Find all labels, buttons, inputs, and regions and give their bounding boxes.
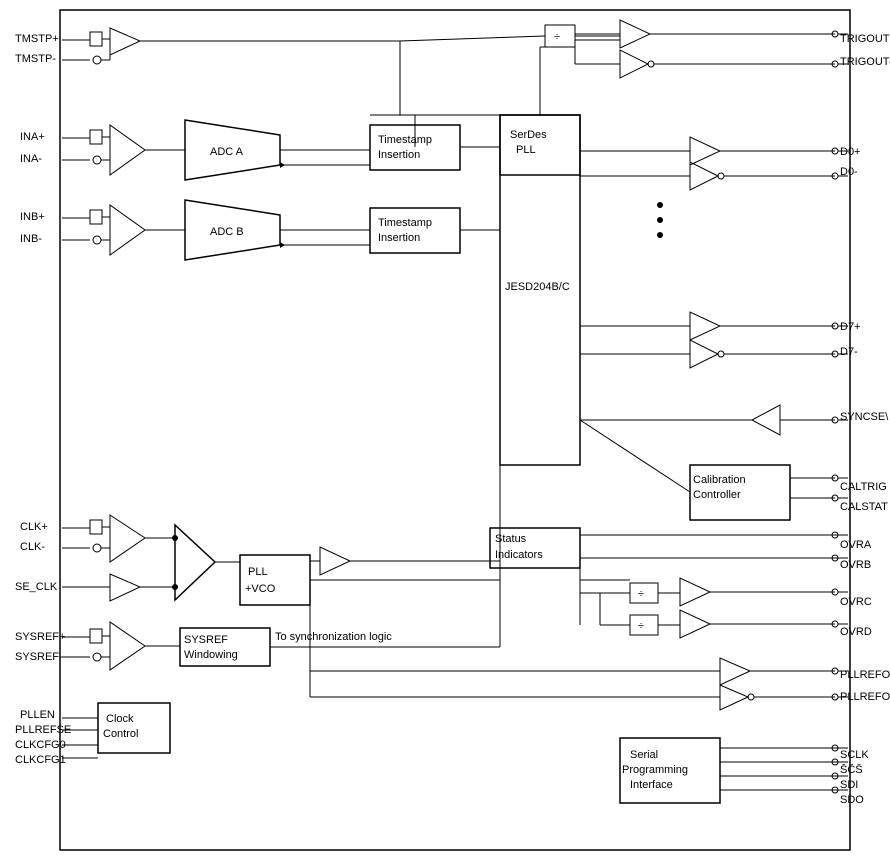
pllen-label: PLLEN [20, 709, 55, 721]
d7-plus-label: D7+ [840, 321, 861, 333]
ina-minus-label: INA- [20, 153, 42, 165]
sclk-label: SCLK [840, 749, 869, 761]
cal-ctrl-label: Calibration [693, 474, 746, 486]
inb-plus-label: INB+ [20, 211, 45, 223]
scs-label: S̄C̄S̄ [840, 763, 863, 776]
sysref-minus-label: SYSREF- [15, 651, 63, 663]
cal-ctrl-label2: Controller [693, 489, 741, 501]
sysref-plus-label: SYSREF+ [15, 631, 65, 643]
inb-minus-label: INB- [20, 233, 42, 245]
ina-plus-label: INA+ [20, 131, 45, 143]
serial-prog-label2: Programming [622, 764, 688, 776]
ovrb-label: OVRB [840, 559, 871, 571]
caltrig-label: CALTRIG [840, 481, 887, 493]
divider1-label: ÷ [554, 31, 560, 43]
timestamp-2-label2: Insertion [378, 232, 420, 244]
serial-prog-label: Serial [630, 749, 658, 761]
clk-plus-label: CLK+ [20, 521, 48, 533]
clock-ctrl-label: Clock [106, 713, 134, 725]
divider2-label: ÷ [638, 588, 644, 600]
status-label2: Indicators [495, 549, 543, 561]
timestamp-2-label: Timestamp [378, 217, 432, 229]
se-clk-label: SE_CLK [15, 581, 58, 593]
block-diagram: TMSTP+ TMSTP- INA+ INA- INB+ INB- CLK+ C… [0, 0, 890, 860]
pll-vco-label2: +VCO [245, 583, 276, 595]
sysref-wind-label2: Windowing [184, 649, 238, 661]
clkcfg1-label: CLKCFG1 [15, 754, 66, 766]
ovra-label: OVRA [840, 539, 872, 551]
tmstp-plus-label: TMSTP+ [15, 33, 59, 45]
timestamp-1-label: Timestamp [378, 134, 432, 146]
clkcfg0-label: CLKCFG0 [15, 739, 66, 751]
serdes-pll-label: SerDes [510, 129, 547, 141]
clk-minus-label: CLK- [20, 541, 45, 553]
pll-vco-label: PLL [248, 566, 268, 578]
adc-b-label: ADC B [210, 226, 244, 238]
sysref-wind-label: SYSREF [184, 634, 228, 646]
d0-plus-label: D0+ [840, 146, 861, 158]
adc-a-label: ADC A [210, 146, 244, 158]
divider3-label: ÷ [638, 620, 644, 632]
syncse-label: SYNCSE\ [840, 411, 889, 423]
serdes-pll-label2: PLL [516, 144, 536, 156]
to-sync-label: To synchronization logic [275, 631, 392, 643]
serial-prog-label3: Interface [630, 779, 673, 791]
sdi-label: SDI [840, 779, 858, 791]
trigout-plus-label: TRIGOUT+ [840, 33, 890, 45]
jesd-label: JESD204B/C [505, 281, 570, 293]
sdo-label: SDO [840, 794, 864, 806]
clock-ctrl-label2: Control [103, 728, 138, 740]
ovrc-label: OVRC [840, 596, 872, 608]
ovrd-label: OVRD [840, 626, 872, 638]
trigout-minus-label: TRIGOUT- [840, 56, 890, 68]
tmstp-minus-label: TMSTP- [15, 53, 56, 65]
calstat-label: CALSTAT [840, 501, 888, 513]
d7-minus-label: D7- [840, 346, 858, 358]
timestamp-1-label2: Insertion [378, 149, 420, 161]
